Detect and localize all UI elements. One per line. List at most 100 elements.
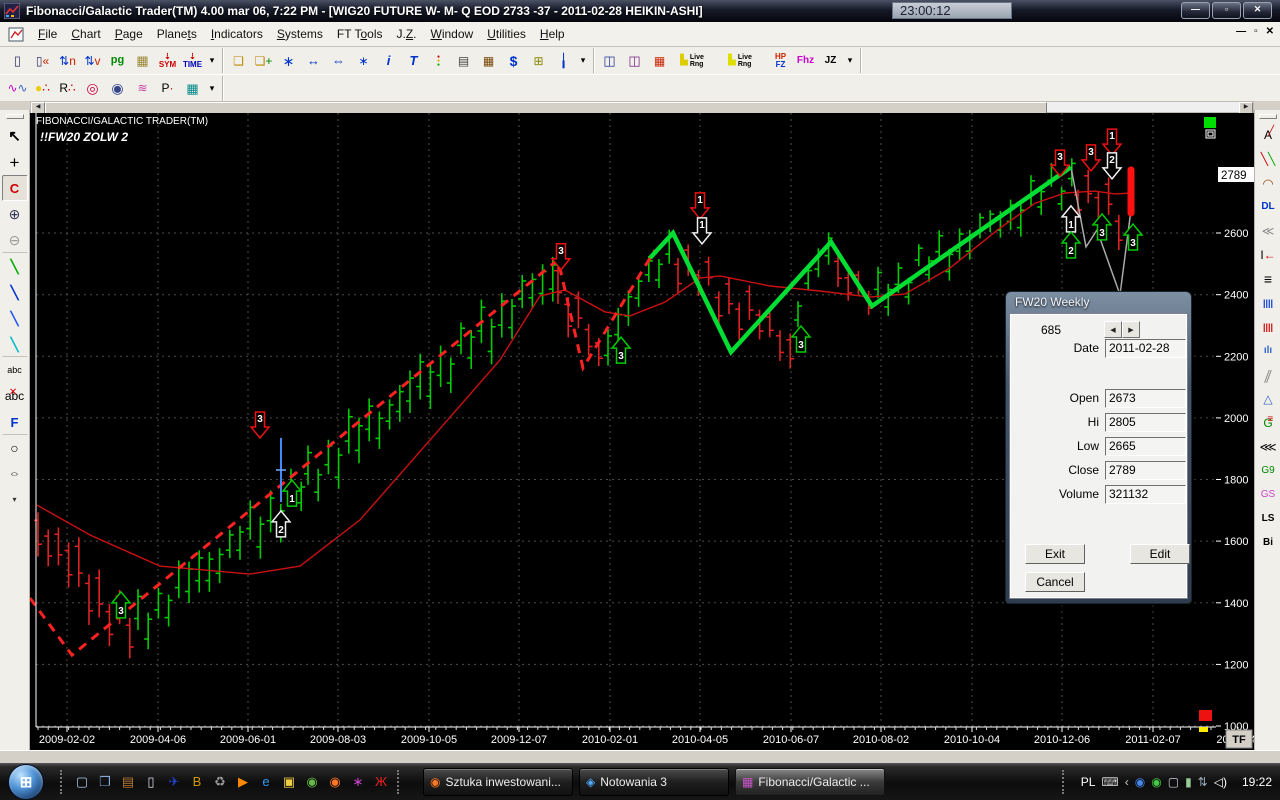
show-desktop-icon[interactable]: ▢	[72, 771, 92, 793]
close-button[interactable]: ✕	[1243, 2, 1272, 19]
tray-app2-icon[interactable]: ◉	[1151, 775, 1161, 789]
mdi-restore-button[interactable]: ▫	[1254, 26, 1258, 37]
tray-app1-icon[interactable]: ◉	[1135, 775, 1145, 789]
next-record-button[interactable]: ▶	[1122, 321, 1140, 338]
calendar-icon[interactable]: ▦	[476, 49, 501, 73]
lang-indicator[interactable]: PL	[1081, 775, 1096, 789]
mini-chart-tool[interactable]: ılı	[1255, 339, 1280, 363]
expand-bars-icon[interactable]: ⇔	[326, 49, 351, 73]
dropdown-icon[interactable]: ▾	[205, 76, 219, 100]
dl-tool[interactable]: DL	[1255, 195, 1280, 219]
start-button[interactable]: ⊞	[8, 763, 44, 800]
crosshair-tool[interactable]: +	[2, 149, 28, 175]
mdi-close-button[interactable]: ✕	[1266, 26, 1274, 37]
new-page-icon[interactable]: ▯	[5, 49, 30, 73]
ms-icon[interactable]: Ж	[371, 771, 391, 793]
p-marker-icon[interactable]: P ·	[155, 76, 180, 100]
cancel-button[interactable]: Cancel	[1025, 572, 1085, 592]
trendline-green-tool[interactable]: ╲	[2, 253, 28, 279]
dollar-icon[interactable]: $	[501, 49, 526, 73]
dialog-title[interactable]: FW20 Weekly	[1006, 292, 1191, 316]
media-folder-icon[interactable]: ▤	[118, 771, 138, 793]
keyboard-icon[interactable]: ⌨	[1101, 775, 1118, 789]
ruler-icon[interactable]: ⊞	[526, 49, 551, 73]
dropdown-icon[interactable]: ▾	[205, 49, 219, 73]
tray-display-icon[interactable]: ▢	[1168, 775, 1179, 789]
triangle-tool[interactable]: △	[1255, 387, 1280, 411]
live-range-2-icon[interactable]: ▙ Live Rng	[720, 49, 768, 73]
volume-icon[interactable]: ◁)	[1214, 775, 1227, 789]
traffic-light-icon[interactable]: ● ● ●	[426, 49, 451, 73]
time-icon[interactable]: ⇣ TIME	[180, 49, 205, 73]
horizontal-scrollbar[interactable]: ◀ ▶	[30, 101, 1254, 114]
chevron-icon[interactable]: ‹	[1125, 775, 1129, 789]
low-field[interactable]: 2665	[1105, 437, 1186, 456]
asterisk-icon[interactable]: ∗	[351, 49, 376, 73]
minimize-button[interactable]: —	[1181, 2, 1210, 19]
mdi-minimize-button[interactable]: —	[1236, 26, 1246, 37]
fan-tool[interactable]: ⋘	[1255, 435, 1280, 459]
sym-icon[interactable]: ⇣ SYM	[155, 49, 180, 73]
menu-page[interactable]: Page	[108, 24, 150, 44]
gs-tool[interactable]: GS	[1255, 483, 1280, 507]
planet-circle-icon[interactable]: ◉	[105, 76, 130, 100]
parallel-tool[interactable]: ∥	[1255, 363, 1280, 387]
menu-help[interactable]: Help	[533, 24, 572, 44]
menu-systems[interactable]: Systems	[270, 24, 330, 44]
window-grid-icon[interactable]: ▦	[130, 49, 155, 73]
ie-icon[interactable]: e	[256, 771, 276, 793]
hi-field[interactable]: 2805	[1105, 413, 1186, 432]
color-grid-icon[interactable]: ▦	[647, 49, 672, 73]
ephemeris-grid-icon[interactable]: ▦	[180, 76, 205, 100]
ticks-n-icon[interactable]: ⇅ n	[55, 49, 80, 73]
menu-chart[interactable]: Chart	[64, 24, 107, 44]
folder-icon[interactable]: ▣	[279, 771, 299, 793]
target-icon[interactable]: ◎	[80, 76, 105, 100]
ticks-v-icon[interactable]: ⇅ v	[80, 49, 105, 73]
cascade-icon[interactable]: ❏	[226, 49, 251, 73]
menu-file[interactable]: File	[31, 24, 64, 44]
menu-window[interactable]: Window	[424, 24, 481, 44]
hp-fz-icon[interactable]: HP FZ	[768, 49, 793, 73]
notepad-icon[interactable]: ▯	[141, 771, 161, 793]
g9-tool[interactable]: G9	[1255, 459, 1280, 483]
candle-drop-icon[interactable]: ╽	[551, 49, 576, 73]
fhz-icon[interactable]: Fhz	[793, 49, 818, 73]
menu-indicators[interactable]: Indicators	[204, 24, 270, 44]
gold-b-icon[interactable]: B	[187, 771, 207, 793]
edit-button[interactable]: Edit	[1130, 544, 1190, 564]
pg-icon[interactable]: pg	[105, 49, 130, 73]
more-tools-arrow[interactable]: ▾	[2, 487, 28, 513]
page-arrow-icon[interactable]: ▯ «	[30, 49, 55, 73]
text-label-icon[interactable]: T	[401, 49, 426, 73]
vlines-blue-tool[interactable]: ||||	[1255, 291, 1280, 315]
zoom-out-tool[interactable]: ⊖	[1, 227, 28, 253]
date-field[interactable]: 2011-02-28	[1105, 339, 1186, 358]
plane-icon[interactable]: ✈	[164, 771, 184, 793]
task-notowania[interactable]: ◈ Notowania 3	[579, 767, 729, 796]
explorer-icon[interactable]: ❐	[95, 771, 115, 793]
vlines-red-tool[interactable]: ||||	[1255, 315, 1280, 339]
open-field[interactable]: 2673	[1105, 389, 1186, 408]
live-range-1-icon[interactable]: ▙ Live Rng	[672, 49, 720, 73]
marker-cyan-tool[interactable]: ╲	[1, 331, 28, 357]
chrome-icon[interactable]: ◉	[302, 771, 322, 793]
bar-width-icon[interactable]: ↔	[301, 49, 326, 73]
arcs-tool[interactable]: ◠	[1255, 171, 1280, 195]
bi-tool[interactable]: Bi	[1255, 531, 1280, 555]
pointer-tool[interactable]: ↖	[2, 123, 28, 149]
aspect-lines-icon[interactable]: ≋	[130, 76, 155, 100]
text-delete-tool[interactable]: abc ✕	[2, 383, 28, 409]
battery-icon[interactable]: ▮	[1185, 775, 1192, 789]
menu-utilities[interactable]: Utilities	[480, 24, 533, 44]
retrograde-icon[interactable]: R ∴	[55, 76, 80, 100]
toolbar-handle[interactable]	[1259, 114, 1277, 119]
ellipse-tool[interactable]: ○	[2, 461, 28, 487]
toolbar-handle[interactable]	[5, 114, 24, 119]
prev-record-button[interactable]: ◀	[1104, 321, 1122, 338]
data-window-dialog[interactable]: FW20 Weekly 685 ◀ ▶ Date 2011-02-28 Open 26…	[1005, 291, 1192, 604]
dropdown-icon[interactable]: ▾	[576, 49, 590, 73]
angle-a-tool[interactable]: A ╱	[1255, 123, 1280, 147]
chart-window-icon[interactable]: ◫	[597, 49, 622, 73]
tf-button[interactable]: TF	[1225, 729, 1253, 749]
